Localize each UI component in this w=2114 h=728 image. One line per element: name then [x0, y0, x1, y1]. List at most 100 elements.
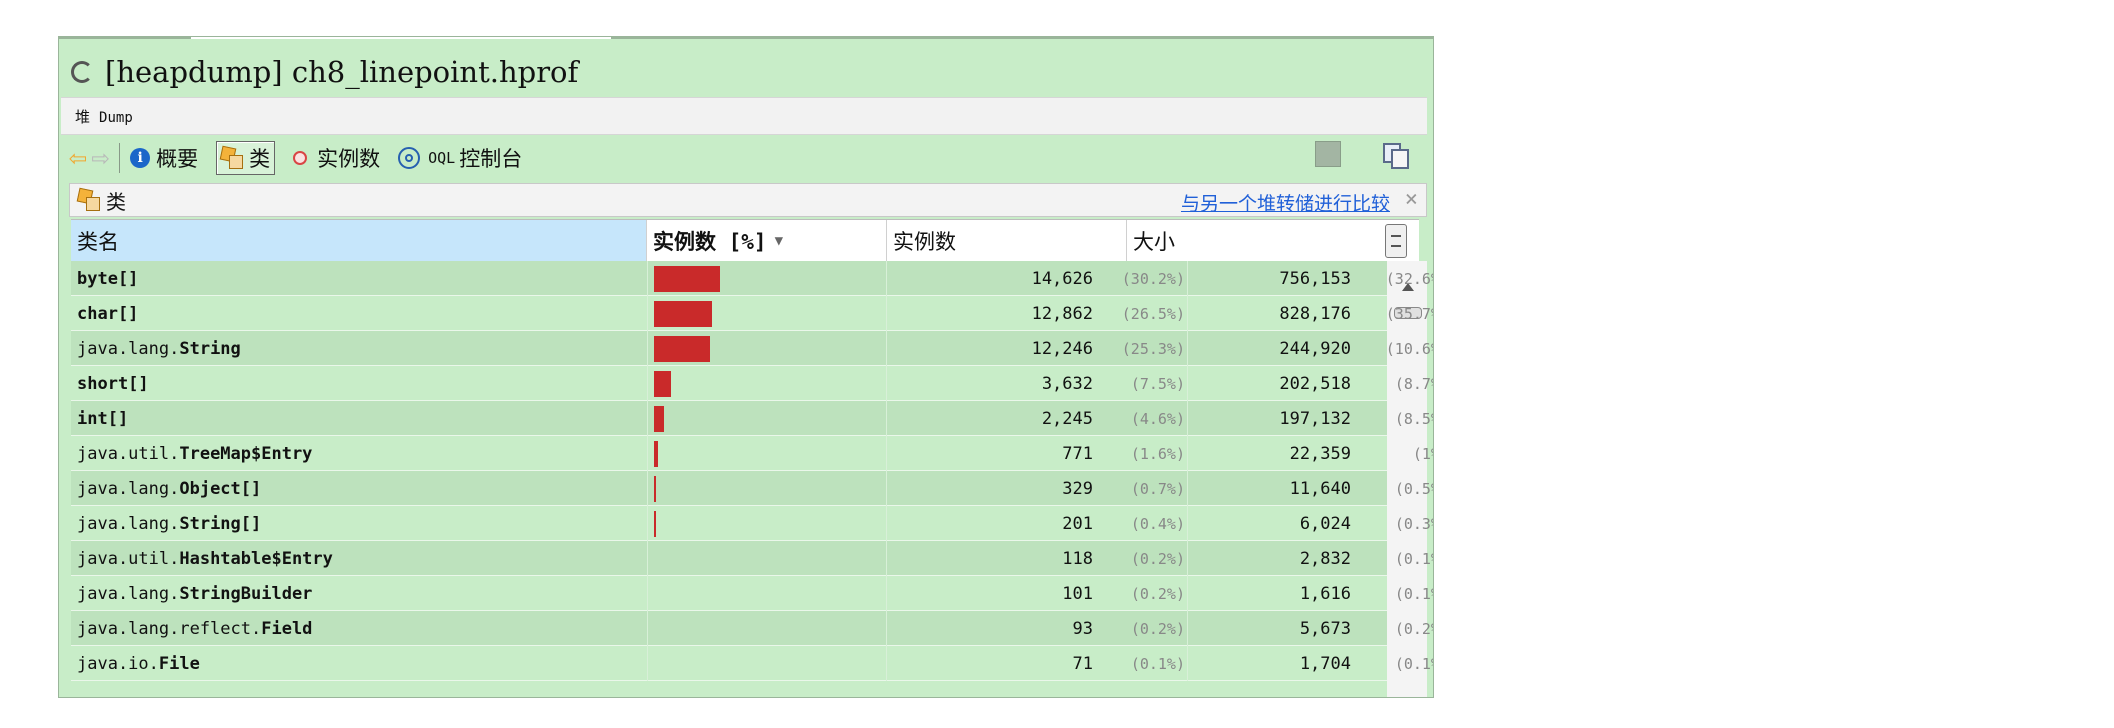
size-percent: (8.5%): [1394, 409, 1433, 428]
table-row[interactable]: byte[] 14,626 (30.2%) 756,153 (32.6%): [71, 261, 1433, 296]
dump-tab-label-cn: 堆: [75, 107, 91, 126]
size-value: 11,640: [1289, 478, 1351, 499]
instances-percent: (0.2%): [1130, 584, 1185, 603]
column-header-class-name[interactable]: 类名: [71, 220, 647, 262]
table-row[interactable]: java.lang. StringBuilder 101 (0.2%) 1,616 (0.…: [71, 576, 1433, 611]
instances-percent: (7.5%): [1130, 374, 1185, 393]
instances-button[interactable]: 实例数: [293, 143, 380, 173]
instances-pct-bar-cell: [647, 331, 887, 366]
forward-arrow-icon[interactable]: ⇨: [91, 143, 109, 173]
instances-pct-bar-cell: [647, 541, 887, 576]
column-header-instances-pct-label: 实例数 [%]: [653, 230, 767, 254]
size-percent: (0.3%): [1394, 514, 1433, 533]
class-package: java.lang.: [77, 583, 180, 604]
instances-percent: (4.6%): [1130, 409, 1185, 428]
classes-panel-title: 类: [106, 189, 126, 214]
classes-label: 类: [249, 147, 271, 171]
size-value: 5,673: [1299, 618, 1351, 639]
size-value: 1,616: [1299, 583, 1351, 604]
instances-percent: (1.6%): [1130, 444, 1185, 463]
compare-heapdump-link[interactable]: 与另一个堆转储进行比较: [1181, 189, 1390, 216]
class-package: java.lang.reflect.: [77, 618, 262, 639]
table-row[interactable]: java.lang.String[] 201 (0.4%) 6,024 (0.3%): [71, 506, 1433, 541]
size-value: 22,359: [1289, 443, 1351, 464]
window-title: [heapdump] ch8_linepoint.hprof: [105, 55, 579, 89]
size-value: 756,153: [1279, 268, 1351, 289]
size-percent: (0.1%): [1394, 549, 1433, 568]
class-simple-name: Field: [261, 618, 313, 639]
class-simple-name: byte[]: [77, 268, 139, 289]
instances-pct-bar-cell: [647, 471, 887, 506]
class-package: java.lang.: [77, 338, 180, 359]
size-percent: (32.6%): [1385, 269, 1433, 288]
back-arrow-icon[interactable]: ⇦: [69, 143, 87, 173]
instances-percent: (0.1%): [1130, 654, 1185, 673]
dump-tab[interactable]: 堆 Dump: [75, 106, 133, 127]
column-header-class-name-label: 类名: [77, 230, 119, 254]
view-toolbar: ⇦ ⇨ i 概要 类 实例数 OQL 控制台: [63, 137, 1429, 179]
toolbar-right-icons: [1315, 141, 1409, 169]
class-name-cell: java.lang.reflect. Field: [77, 611, 312, 646]
classes-panel-header: 类 与另一个堆转储进行比较 ×: [69, 183, 1427, 217]
instances-percent: (0.2%): [1130, 549, 1185, 568]
size-percent: (35.7%): [1385, 304, 1433, 323]
column-header-size[interactable]: 大小: [1127, 220, 1367, 262]
disabled-view-icon[interactable]: [1315, 141, 1341, 167]
column-chooser-icon[interactable]: [1385, 224, 1407, 258]
class-name-cell: short[]: [77, 366, 149, 401]
table-row[interactable]: int[] 2,245 (4.6%) 197,132 (8.5%): [71, 401, 1433, 436]
instances-label: 实例数: [317, 147, 381, 171]
size-value: 197,132: [1279, 408, 1351, 429]
instances-pct-bar: [654, 406, 664, 432]
classes-button[interactable]: 类: [216, 141, 276, 175]
instances-value: 93: [1072, 618, 1093, 639]
table-row[interactable]: java.lang. String 12,246 (25.3%) 244,920 (10.…: [71, 331, 1433, 366]
toolbar-separator: [119, 143, 121, 173]
heapdump-window: [heapdump] ch8_linepoint.hprof 堆 Dump ⇦ …: [58, 36, 1434, 698]
class-package: java.lang.: [77, 478, 180, 499]
copy-window-icon[interactable]: [1381, 141, 1409, 169]
class-package: java.io.: [77, 653, 159, 674]
table-row[interactable]: java.util. TreeMap$Entry 771 (1.6%) 22,359 (1…: [71, 436, 1433, 471]
instances-icon: [293, 151, 308, 165]
class-name-cell: java.lang. String: [77, 331, 241, 366]
instances-value: 71: [1072, 653, 1093, 674]
size-percent: (0.2%): [1394, 619, 1433, 638]
class-package: java.util.: [77, 548, 180, 569]
loading-spinner-icon: [71, 61, 93, 83]
size-value: 2,832: [1299, 548, 1351, 569]
table-row[interactable]: java.io.File 71 (0.1%) 1,704 (0.1%): [71, 646, 1433, 681]
size-value: 244,920: [1279, 338, 1351, 359]
dump-tab-bar: 堆 Dump: [61, 97, 1427, 135]
class-name-cell: java.lang. String[]: [77, 506, 261, 541]
table-row[interactable]: java.util. Hashtable$Entry 118 (0.2%) 2,832 (…: [71, 541, 1433, 576]
class-package: java.lang.: [77, 513, 180, 534]
instances-percent: (25.3%): [1121, 339, 1185, 358]
table-row[interactable]: char[] 12,862 (26.5%) 828,176 (35.7%): [71, 296, 1433, 331]
table-row[interactable]: short[] 3,632 (7.5%) 202,518 (8.7%): [71, 366, 1433, 401]
class-simple-name: TreeMap$Entry: [179, 443, 313, 464]
close-icon[interactable]: ×: [1405, 187, 1418, 212]
oql-console-button[interactable]: OQL 控制台: [398, 143, 522, 173]
instances-value: 101: [1062, 583, 1093, 604]
class-simple-name: String: [179, 338, 241, 359]
classes-panel-icon: [76, 187, 100, 211]
instances-pct-bar-cell: [647, 646, 887, 681]
table-row[interactable]: java.lang.reflect. Field 93 (0.2%) 5,673 (0.2…: [71, 611, 1433, 646]
size-percent: (8.7%): [1394, 374, 1433, 393]
column-header-instances-pct[interactable]: 实例数 [%] ▼: [647, 220, 887, 262]
size-percent: (0.1%): [1394, 584, 1433, 603]
instances-value: 118: [1062, 548, 1093, 569]
instances-percent: (0.4%): [1130, 514, 1185, 533]
class-simple-name: Object[]: [179, 478, 262, 499]
instances-pct-bar-cell: [647, 576, 887, 611]
column-header-instances-label: 实例数: [893, 230, 956, 254]
column-header-instances[interactable]: 实例数: [887, 220, 1127, 262]
instances-pct-bar: [654, 441, 658, 467]
class-simple-name: Hashtable$Entry: [179, 548, 333, 569]
class-simple-name: short[]: [77, 373, 149, 394]
table-row[interactable]: java.lang.Object[] 329 (0.7%) 11,640 (0.5%): [71, 471, 1433, 506]
sort-descending-icon: ▼: [774, 233, 784, 249]
instances-pct-bar-cell: [647, 611, 887, 646]
summary-button[interactable]: i 概要: [130, 143, 198, 173]
